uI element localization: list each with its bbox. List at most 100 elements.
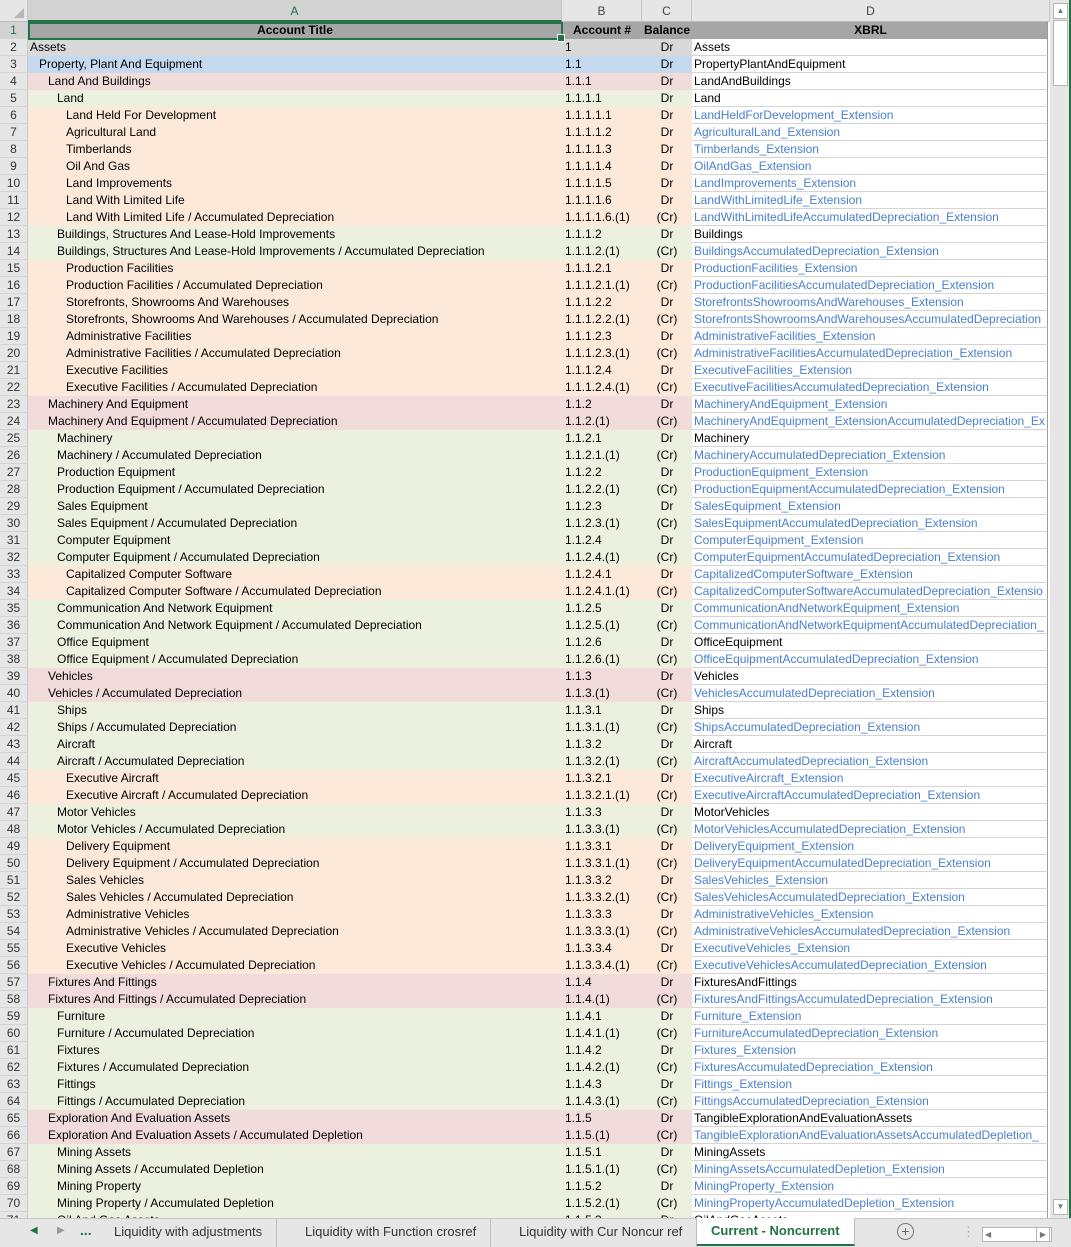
account-number-cell[interactable]: 1.1.3.3.1 (562, 838, 642, 855)
account-title-cell[interactable]: Machinery And Equipment (28, 396, 562, 413)
balance-cell[interactable]: Dr (642, 430, 692, 447)
row-number[interactable]: 42 (0, 719, 28, 736)
row-number[interactable]: 24 (0, 413, 28, 430)
balance-cell[interactable]: (Cr) (642, 549, 692, 566)
account-title-cell[interactable]: Mining Property (28, 1178, 562, 1195)
account-title-cell[interactable]: Machinery / Accumulated Depreciation (28, 447, 562, 464)
tab-next-icon[interactable]: ▶ (57, 1225, 65, 1236)
row-number[interactable]: 29 (0, 498, 28, 515)
xbrl-cell[interactable]: ExecutiveFacilities_Extension (692, 362, 1048, 379)
account-number-cell[interactable]: 1.1.3.3.(1) (562, 821, 642, 838)
xbrl-cell[interactable]: OfficeEquipment (692, 634, 1048, 651)
account-number-cell[interactable]: 1.1.1.1.3 (562, 141, 642, 158)
row-number[interactable]: 50 (0, 855, 28, 872)
account-number-cell[interactable]: 1.1.3 (562, 668, 642, 685)
account-title-cell[interactable]: Executive Vehicles (28, 940, 562, 957)
spreadsheet-grid[interactable]: A B C D 1 Account Title Account # Balanc… (0, 0, 1050, 1218)
account-number-cell[interactable]: 1.1.3.1 (562, 702, 642, 719)
xbrl-cell[interactable]: FittingsAccumulatedDepreciation_Extensio… (692, 1093, 1048, 1110)
scroll-left-icon[interactable]: ◀ (985, 1228, 991, 1241)
row-number[interactable]: 58 (0, 991, 28, 1008)
account-number-cell[interactable]: 1.1.4.3.(1) (562, 1093, 642, 1110)
xbrl-cell[interactable]: LandAndBuildings (692, 73, 1048, 90)
sheet-tab[interactable]: Liquidity with Function crosref (291, 1219, 492, 1247)
balance-cell[interactable]: Dr (642, 175, 692, 192)
account-number-cell[interactable]: 1.1.2.(1) (562, 413, 642, 430)
balance-cell[interactable]: (Cr) (642, 923, 692, 940)
header-account-number[interactable]: Account # (562, 22, 642, 39)
balance-cell[interactable]: (Cr) (642, 1195, 692, 1212)
account-number-cell[interactable]: 1.1.1.1.5 (562, 175, 642, 192)
balance-cell[interactable]: (Cr) (642, 855, 692, 872)
account-number-cell[interactable]: 1.1.3.2.1.(1) (562, 787, 642, 804)
account-number-cell[interactable]: 1.1.4.(1) (562, 991, 642, 1008)
account-number-cell[interactable]: 1.1.3.3.3 (562, 906, 642, 923)
xbrl-cell[interactable]: StorefrontsShowroomsAndWarehousesAccumul… (692, 311, 1048, 328)
row-number[interactable]: 22 (0, 379, 28, 396)
xbrl-cell[interactable]: MotorVehicles (692, 804, 1048, 821)
account-number-cell[interactable]: 1.1.3.(1) (562, 685, 642, 702)
balance-cell[interactable]: Dr (642, 56, 692, 73)
row-number[interactable]: 47 (0, 804, 28, 821)
account-number-cell[interactable]: 1.1.2.4.1 (562, 566, 642, 583)
account-title-cell[interactable]: Land (28, 90, 562, 107)
xbrl-cell[interactable]: FixturesAndFittings (692, 974, 1048, 991)
balance-cell[interactable]: Dr (642, 226, 692, 243)
balance-cell[interactable]: (Cr) (642, 957, 692, 974)
account-number-cell[interactable]: 1.1.2.1.(1) (562, 447, 642, 464)
account-title-cell[interactable]: Vehicles (28, 668, 562, 685)
account-title-cell[interactable]: Aircraft (28, 736, 562, 753)
balance-cell[interactable]: (Cr) (642, 651, 692, 668)
account-number-cell[interactable]: 1.1.2.3 (562, 498, 642, 515)
account-number-cell[interactable]: 1.1.5.2 (562, 1178, 642, 1195)
account-number-cell[interactable]: 1.1.3.3.4.(1) (562, 957, 642, 974)
account-title-cell[interactable]: Office Equipment / Accumulated Depreciat… (28, 651, 562, 668)
account-number-cell[interactable]: 1.1.2.1 (562, 430, 642, 447)
account-title-cell[interactable]: Production Equipment / Accumulated Depre… (28, 481, 562, 498)
row-number[interactable]: 1 (0, 22, 28, 39)
column-header-d[interactable]: D (692, 0, 1050, 22)
balance-cell[interactable]: Dr (642, 974, 692, 991)
xbrl-cell[interactable]: MotorVehiclesAccumulatedDepreciation_Ext… (692, 821, 1048, 838)
account-title-cell[interactable]: Executive Facilities (28, 362, 562, 379)
balance-cell[interactable]: (Cr) (642, 413, 692, 430)
account-title-cell[interactable]: Administrative Facilities / Accumulated … (28, 345, 562, 362)
account-title-cell[interactable]: Mining Property / Accumulated Depletion (28, 1195, 562, 1212)
column-header-c[interactable]: C (642, 0, 692, 22)
row-number[interactable]: 8 (0, 141, 28, 158)
account-title-cell[interactable]: Fittings (28, 1076, 562, 1093)
balance-cell[interactable]: (Cr) (642, 1161, 692, 1178)
account-title-cell[interactable]: Land Held For Development (28, 107, 562, 124)
account-number-cell[interactable]: 1.1.1.1.4 (562, 158, 642, 175)
xbrl-cell[interactable]: OilAndGas_Extension (692, 158, 1048, 175)
account-title-cell[interactable]: Production Equipment (28, 464, 562, 481)
row-number[interactable]: 12 (0, 209, 28, 226)
xbrl-cell[interactable]: SalesVehiclesAccumulatedDepreciation_Ext… (692, 889, 1048, 906)
xbrl-cell[interactable]: AdministrativeFacilitiesAccumulatedDepre… (692, 345, 1048, 362)
balance-cell[interactable]: (Cr) (642, 209, 692, 226)
account-title-cell[interactable]: Production Facilities (28, 260, 562, 277)
xbrl-cell[interactable]: Timberlands_Extension (692, 141, 1048, 158)
account-number-cell[interactable]: 1.1.1.1 (562, 90, 642, 107)
balance-cell[interactable]: (Cr) (642, 753, 692, 770)
account-number-cell[interactable]: 1.1.1.2 (562, 226, 642, 243)
xbrl-cell[interactable]: Land (692, 90, 1048, 107)
account-number-cell[interactable]: 1.1.2.2 (562, 464, 642, 481)
xbrl-cell[interactable]: ComputerEquipmentAccumulatedDepreciation… (692, 549, 1048, 566)
balance-cell[interactable]: (Cr) (642, 617, 692, 634)
balance-cell[interactable]: Dr (642, 940, 692, 957)
account-title-cell[interactable]: Buildings, Structures And Lease-Hold Imp… (28, 243, 562, 260)
row-number[interactable]: 2 (0, 39, 28, 56)
account-title-cell[interactable]: Computer Equipment / Accumulated Depreci… (28, 549, 562, 566)
row-number[interactable]: 13 (0, 226, 28, 243)
row-number[interactable]: 18 (0, 311, 28, 328)
balance-cell[interactable]: (Cr) (642, 787, 692, 804)
account-title-cell[interactable]: Vehicles / Accumulated Depreciation (28, 685, 562, 702)
row-number[interactable]: 27 (0, 464, 28, 481)
account-title-cell[interactable]: Land With Limited Life (28, 192, 562, 209)
xbrl-cell[interactable]: MiningAssetsAccumulatedDepletion_Extensi… (692, 1161, 1048, 1178)
account-title-cell[interactable]: Capitalized Computer Software / Accumula… (28, 583, 562, 600)
account-number-cell[interactable]: 1.1.5.2.(1) (562, 1195, 642, 1212)
xbrl-cell[interactable]: CommunicationAndNetworkEquipmentAccumula… (692, 617, 1048, 634)
new-sheet-icon[interactable]: + (897, 1223, 914, 1240)
